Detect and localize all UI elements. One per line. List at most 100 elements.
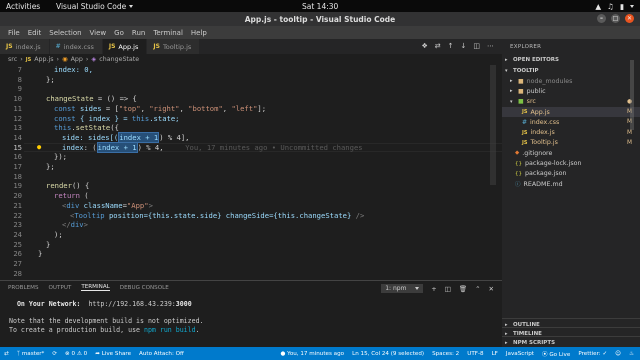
tab-index-css[interactable]: # index.css (49, 39, 103, 54)
menu-help[interactable]: Help (187, 29, 211, 37)
split-terminal-icon[interactable]: ◫ (445, 285, 451, 293)
auto-attach-item[interactable]: Auto Attach: Off (139, 351, 184, 357)
menu-go[interactable]: Go (110, 29, 128, 37)
code-token: = [ (101, 103, 119, 113)
indentation[interactable]: Spaces: 2 (432, 351, 459, 357)
tab-output[interactable]: OUTPUT (49, 285, 72, 291)
tree-item-label: src (526, 98, 536, 106)
tree-item-app-js[interactable]: JS App.js M (502, 106, 640, 118)
line-number: 18 (13, 171, 22, 181)
open-changes-icon[interactable]: ⇄ (435, 42, 441, 50)
menu-bar: File Edit Selection View Go Run Terminal… (0, 26, 640, 39)
code-text: ); (54, 230, 63, 240)
code-editor[interactable]: 7 index: 0, 8}; 9 10 changeState = () => {… (0, 65, 502, 280)
tab-terminal[interactable]: TERMINAL (81, 284, 110, 291)
go-live-item[interactable]: ⦿ Go Live (542, 350, 570, 358)
tree-item-label: .gitignore (522, 149, 553, 157)
folder-icon: ■ (518, 87, 524, 95)
tree-item-readme-md[interactable]: ⓘ README.md (502, 179, 640, 189)
open-editors-section[interactable]: ▸ OPEN EDITORS (502, 54, 640, 65)
tree-item-label: index.js (530, 129, 555, 137)
maximize-button[interactable]: □ (611, 14, 620, 23)
breadcrumb-item[interactable]: App (71, 56, 83, 63)
go-live-icon[interactable]: ❖ (421, 42, 427, 50)
prettier-item[interactable]: Prettier: ✓ (578, 351, 607, 357)
close-panel-icon[interactable]: ✕ (489, 285, 494, 293)
system-tray[interactable]: ▲ ♫ ▮ (595, 2, 634, 11)
terminal-output[interactable]: On Your Network: http://192.168.43.239:3… (0, 300, 502, 334)
previous-change-icon[interactable]: ↑ (448, 42, 454, 50)
activities-button[interactable]: Activities (0, 2, 56, 11)
tree-item-index-js[interactable]: JS index.js M (502, 127, 640, 137)
add-terminal-icon[interactable]: + (431, 285, 436, 293)
end-of-line[interactable]: LF (492, 351, 498, 357)
project-section[interactable]: ▾ TOOLTIP (502, 65, 640, 76)
tree-item-index-css[interactable]: # index.css M (502, 117, 640, 127)
language-mode[interactable]: JavaScript (506, 351, 534, 357)
sidebar-scrollbar[interactable] (630, 60, 634, 130)
terminal-text: http://192.168.43.239: (88, 300, 176, 308)
tree-item-gitignore[interactable]: ◆ .gitignore (502, 148, 640, 158)
tree-item-tooltip-js[interactable]: JS Tooltip.js M (502, 138, 640, 148)
tab-index-js[interactable]: JS index.js (0, 39, 50, 54)
breadcrumb-item[interactable]: changeState (99, 56, 139, 63)
code-line: 24); (0, 230, 502, 240)
terminal-line: Note that the development build is not o… (9, 317, 204, 325)
code-token: "left" (231, 103, 258, 113)
terminal-line: On Your Network: http://192.168.43.239:3… (9, 300, 192, 308)
branch-item[interactable]: ᛉ master* (17, 351, 45, 357)
app-menu[interactable]: Visual Studio Code (56, 2, 134, 11)
menu-view[interactable]: View (86, 29, 111, 37)
git-blame-item[interactable]: ● You, 17 minutes ago (280, 351, 344, 357)
bell-icon[interactable]: ♨ (629, 351, 634, 357)
trash-icon[interactable]: 🗑 (459, 285, 467, 293)
editor-scrollbar[interactable] (490, 65, 496, 185)
cursor-position[interactable]: Ln 15, Col 24 (9 selected) (352, 351, 424, 357)
next-change-icon[interactable]: ↓ (461, 42, 467, 50)
tree-item-package-lock-json[interactable]: {} package-lock.json (502, 158, 640, 168)
tab-debug-console[interactable]: DEBUG CONSOLE (120, 285, 169, 291)
line-number: 7 (17, 65, 22, 74)
problems-item[interactable]: ⊗ 0 ⚠ 0 (65, 351, 87, 357)
close-button[interactable]: ✕ (625, 14, 634, 23)
feedback-icon[interactable]: ☺ (615, 351, 621, 357)
encoding[interactable]: UTF-8 (467, 351, 483, 357)
tab-tooltip-js[interactable]: JS Tooltip.js (147, 39, 201, 54)
split-editor-icon[interactable]: ◫ (473, 42, 480, 50)
code-line: 17}; (0, 162, 502, 172)
code-line: 7 index: 0, (0, 65, 502, 75)
tab-problems[interactable]: PROBLEMS (8, 285, 39, 291)
menu-file[interactable]: File (4, 29, 24, 37)
code-token: div (70, 220, 84, 230)
javascript-file-icon: JS (108, 43, 116, 50)
code-token: = () => { (93, 94, 137, 104)
lightbulb-icon[interactable]: ● (37, 143, 41, 153)
warning-count: 0 (83, 350, 88, 357)
tree-item-public[interactable]: ▸ ■ public (502, 86, 640, 96)
breadcrumb-item[interactable]: src (8, 56, 17, 63)
menu-terminal[interactable]: Terminal (149, 29, 187, 37)
terminal-text: On Your Network: (16, 300, 81, 308)
code-line: 13 this.setState({ (0, 123, 502, 133)
menu-selection[interactable]: Selection (45, 29, 85, 37)
sync-icon[interactable]: ⟳ (52, 351, 57, 357)
remote-icon[interactable]: ⇄ (4, 351, 9, 357)
clock[interactable]: Sat 14:30 (302, 2, 338, 11)
tree-item-node-modules[interactable]: ▸ ■ node_modules (502, 76, 640, 86)
more-actions-icon[interactable]: ⋯ (487, 42, 494, 50)
minimize-button[interactable]: – (597, 14, 606, 23)
maximize-panel-icon[interactable]: ⌃ (475, 285, 480, 293)
menu-run[interactable]: Run (128, 29, 149, 37)
code-token: } (38, 249, 43, 259)
tree-item-src[interactable]: ▾ ■ src ● (502, 97, 640, 107)
breadcrumb-item[interactable]: App.js (34, 56, 53, 63)
terminal-select[interactable]: 1: npm (381, 284, 424, 293)
live-share-item[interactable]: ➦ Live Share (95, 351, 131, 357)
menu-edit[interactable]: Edit (24, 29, 46, 37)
code-line: 19 render() { (0, 181, 502, 191)
tree-item-package-json[interactable]: {} package.json (502, 169, 640, 179)
chevron-down-icon: ▾ (505, 67, 508, 74)
git-blame-annotation: You, 17 minutes ago • Uncommitted change… (185, 142, 363, 152)
broadcast-icon: ⦿ (541, 351, 548, 358)
tab-app-js[interactable]: JS App.js (102, 39, 148, 54)
